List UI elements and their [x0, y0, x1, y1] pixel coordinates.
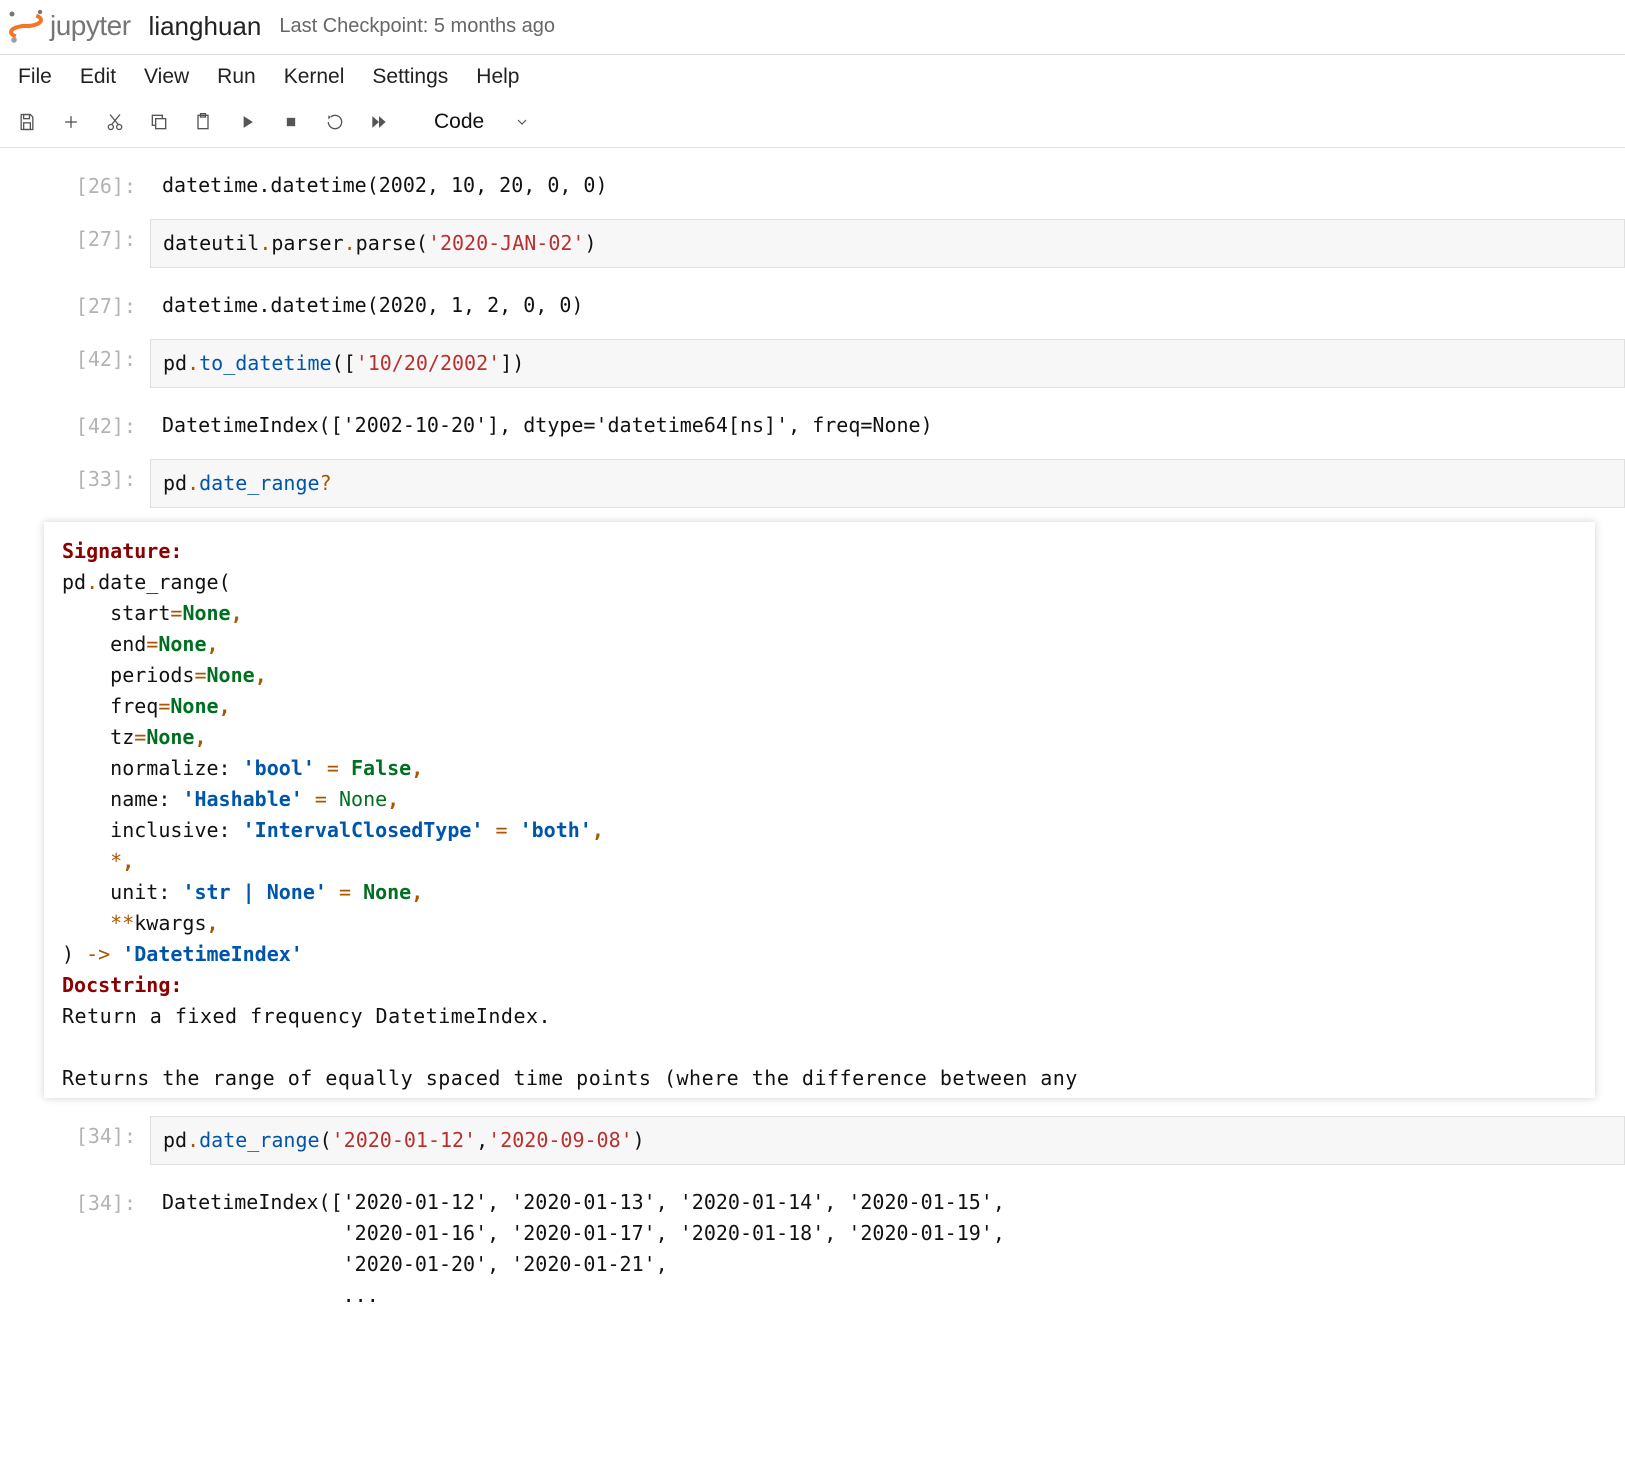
prompt: [26]:	[0, 166, 150, 201]
output-cell-42: [42]: DatetimeIndex(['2002-10-20'], dtyp…	[0, 402, 1625, 445]
prompt: [33]:	[0, 459, 150, 508]
menu-view[interactable]: View	[144, 65, 189, 89]
stop-icon[interactable]	[274, 107, 308, 137]
output-text: datetime.datetime(2020, 1, 2, 0, 0)	[150, 286, 1625, 321]
add-cell-icon[interactable]	[54, 107, 88, 137]
checkpoint-label: Last Checkpoint: 5 months ago	[279, 15, 555, 38]
paste-icon[interactable]	[186, 107, 220, 137]
output-cell-26: [26]: datetime.datetime(2002, 10, 20, 0,…	[0, 162, 1625, 205]
menu-help[interactable]: Help	[476, 65, 519, 89]
menu-file[interactable]: File	[18, 65, 52, 89]
restart-run-icon[interactable]	[362, 107, 396, 137]
output-text: DatetimeIndex(['2002-10-20'], dtype='dat…	[150, 406, 1625, 441]
app-header: jupyter lianghuan Last Checkpoint: 5 mon…	[0, 0, 1625, 55]
prompt: [34]:	[0, 1183, 150, 1311]
output-text: DatetimeIndex(['2020-01-12', '2020-01-13…	[150, 1183, 1625, 1311]
code-input[interactable]: pd.to_datetime(['10/20/2002'])	[163, 348, 1612, 379]
code-input[interactable]: pd.date_range?	[163, 468, 1612, 499]
output-text: datetime.datetime(2002, 10, 20, 0, 0)	[150, 166, 1625, 201]
cell-type-select[interactable]: Code	[420, 108, 544, 136]
chevron-down-icon	[514, 114, 530, 130]
cut-icon[interactable]	[98, 107, 132, 137]
input-cell-27[interactable]: [27]: dateutil.parser.parse('2020-JAN-02…	[0, 215, 1625, 272]
menu-bar: File Edit View Run Kernel Settings Help	[0, 55, 1625, 101]
copy-icon[interactable]	[142, 107, 176, 137]
prompt: [27]:	[0, 219, 150, 268]
run-icon[interactable]	[230, 107, 264, 137]
input-cell-42[interactable]: [42]: pd.to_datetime(['10/20/2002'])	[0, 335, 1625, 392]
prompt: [34]:	[0, 1116, 150, 1165]
restart-icon[interactable]	[318, 107, 352, 137]
cell-type-label: Code	[434, 110, 484, 134]
help-content: Signature: pd.date_range( start=None, en…	[62, 536, 1577, 1094]
input-cell-33[interactable]: [33]: pd.date_range?	[0, 455, 1625, 512]
menu-run[interactable]: Run	[217, 65, 256, 89]
jupyter-logo: jupyter	[6, 6, 131, 46]
prompt: [42]:	[0, 406, 150, 441]
code-input[interactable]: pd.date_range('2020-01-12','2020-09-08')	[163, 1125, 1612, 1156]
prompt: [27]:	[0, 286, 150, 321]
save-icon[interactable]	[10, 107, 44, 137]
help-panel[interactable]: Signature: pd.date_range( start=None, en…	[44, 522, 1595, 1098]
menu-kernel[interactable]: Kernel	[284, 65, 345, 89]
prompt: [42]:	[0, 339, 150, 388]
output-cell-34: [34]: DatetimeIndex(['2020-01-12', '2020…	[0, 1179, 1625, 1315]
code-input[interactable]: dateutil.parser.parse('2020-JAN-02')	[163, 228, 1612, 259]
menu-edit[interactable]: Edit	[80, 65, 116, 89]
notebook-area: [26]: datetime.datetime(2002, 10, 20, 0,…	[0, 148, 1625, 1315]
notebook-filename[interactable]: lianghuan	[149, 11, 262, 42]
toolbar: Code	[0, 101, 1625, 148]
jupyter-brand: jupyter	[50, 10, 131, 42]
menu-settings[interactable]: Settings	[372, 65, 448, 89]
output-cell-27: [27]: datetime.datetime(2020, 1, 2, 0, 0…	[0, 282, 1625, 325]
input-cell-34[interactable]: [34]: pd.date_range('2020-01-12','2020-0…	[0, 1112, 1625, 1169]
